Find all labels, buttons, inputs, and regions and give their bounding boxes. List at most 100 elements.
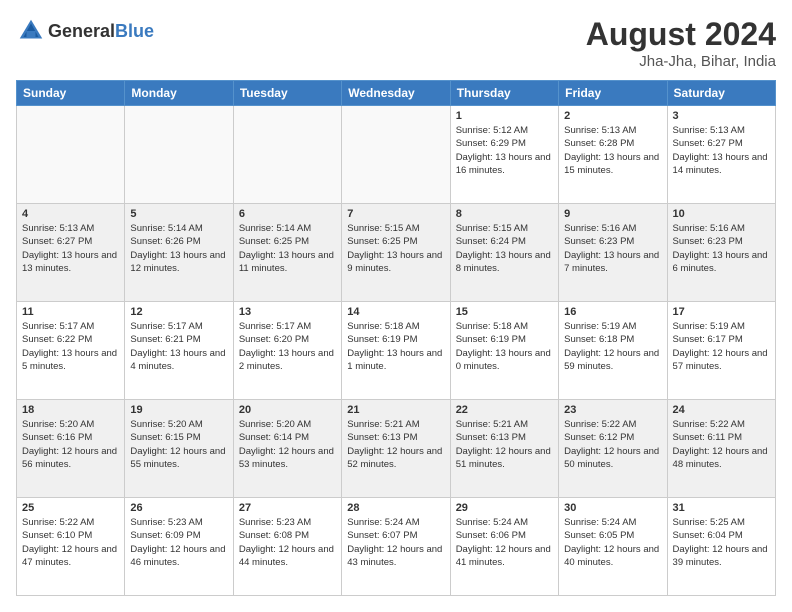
header-thursday: Thursday bbox=[450, 81, 558, 106]
day-info: Sunrise: 5:24 AMSunset: 6:06 PMDaylight:… bbox=[456, 516, 553, 569]
sunrise-text: Sunrise: 5:20 AM bbox=[22, 419, 94, 430]
table-row bbox=[233, 106, 341, 204]
day-info: Sunrise: 5:18 AMSunset: 6:19 PMDaylight:… bbox=[347, 320, 444, 373]
sunrise-text: Sunrise: 5:13 AM bbox=[673, 125, 745, 136]
sunset-text: Sunset: 6:28 PM bbox=[564, 138, 634, 149]
daylight-text: Daylight: 12 hours and 52 minutes. bbox=[347, 446, 442, 470]
sunrise-text: Sunrise: 5:21 AM bbox=[456, 419, 528, 430]
sunset-text: Sunset: 6:15 PM bbox=[130, 432, 200, 443]
day-number: 28 bbox=[347, 502, 444, 514]
day-number: 27 bbox=[239, 502, 336, 514]
sunset-text: Sunset: 6:22 PM bbox=[22, 334, 92, 345]
day-number: 25 bbox=[22, 502, 119, 514]
day-info: Sunrise: 5:19 AMSunset: 6:17 PMDaylight:… bbox=[673, 320, 770, 373]
daylight-text: Daylight: 13 hours and 2 minutes. bbox=[239, 348, 334, 372]
day-info: Sunrise: 5:24 AMSunset: 6:05 PMDaylight:… bbox=[564, 516, 661, 569]
daylight-text: Daylight: 12 hours and 55 minutes. bbox=[130, 446, 225, 470]
sunset-text: Sunset: 6:25 PM bbox=[347, 236, 417, 247]
sunrise-text: Sunrise: 5:24 AM bbox=[456, 517, 528, 528]
sunrise-text: Sunrise: 5:23 AM bbox=[130, 517, 202, 528]
sunset-text: Sunset: 6:18 PM bbox=[564, 334, 634, 345]
sunrise-text: Sunrise: 5:21 AM bbox=[347, 419, 419, 430]
day-number: 31 bbox=[673, 502, 770, 514]
sunrise-text: Sunrise: 5:13 AM bbox=[22, 223, 94, 234]
calendar-table: Sunday Monday Tuesday Wednesday Thursday… bbox=[16, 80, 776, 596]
day-number: 26 bbox=[130, 502, 227, 514]
sunset-text: Sunset: 6:25 PM bbox=[239, 236, 309, 247]
day-number: 13 bbox=[239, 306, 336, 318]
day-number: 15 bbox=[456, 306, 553, 318]
header: GeneralBlue August 2024 Jha-Jha, Bihar, … bbox=[16, 16, 776, 70]
table-row: 19 Sunrise: 5:20 AM Sunset: 6:15 PM Dayligh… bbox=[125, 400, 233, 498]
sunset-text: Sunset: 6:04 PM bbox=[673, 530, 743, 541]
logo-blue: Blue bbox=[115, 21, 154, 41]
table-row: 7Sunrise: 5:15 AMSunset: 6:25 PMDaylight… bbox=[342, 204, 450, 302]
day-number: 1 bbox=[456, 110, 553, 122]
day-number: 8 bbox=[456, 208, 553, 220]
sunset-text: Sunset: 6:09 PM bbox=[130, 530, 200, 541]
table-row: 11Sunrise: 5:17 AMSunset: 6:22 PMDayligh… bbox=[17, 302, 125, 400]
table-row: 15 Sunrise: 5:18 AMSunset: 6:19 PMDayligh… bbox=[450, 302, 558, 400]
day-number: 19 bbox=[130, 404, 227, 416]
sunrise-text: Sunrise: 5:19 AM bbox=[564, 321, 636, 332]
daylight-text: Daylight: 13 hours and 0 minutes. bbox=[456, 348, 551, 372]
sunrise-text: Sunrise: 5:17 AM bbox=[239, 321, 311, 332]
sunset-text: Sunset: 6:17 PM bbox=[673, 334, 743, 345]
day-number: 4 bbox=[22, 208, 119, 220]
day-info: Sunrise: 5:16 AMSunset: 6:23 PMDaylight:… bbox=[564, 222, 661, 275]
day-info: Sunrise: 5:17 AMSunset: 6:21 PMDaylight:… bbox=[130, 320, 227, 373]
day-number: 12 bbox=[130, 306, 227, 318]
day-info: Sunrise: 5:18 AMSunset: 6:19 PMDaylight:… bbox=[456, 320, 553, 373]
logo-general: General bbox=[48, 21, 115, 41]
day-info: Sunrise: 5:23 AMSunset: 6:08 PMDaylight:… bbox=[239, 516, 336, 569]
daylight-text: Daylight: 12 hours and 40 minutes. bbox=[564, 544, 659, 568]
location: Jha-Jha, Bihar, India bbox=[586, 53, 776, 70]
daylight-text: Daylight: 12 hours and 43 minutes. bbox=[347, 544, 442, 568]
day-info: Sunrise: 5:22 AMSunset: 6:10 PMDaylight:… bbox=[22, 516, 119, 569]
day-info: Sunrise: 5:23 AM Sunset: 6:09 PM Daylight:… bbox=[130, 516, 227, 569]
daylight-text: Daylight: 12 hours and 46 minutes. bbox=[130, 544, 225, 568]
daylight-text: Daylight: 13 hours and 12 minutes. bbox=[130, 250, 225, 274]
day-number: 7 bbox=[347, 208, 444, 220]
daylight-text: Daylight: 12 hours and 53 minutes. bbox=[239, 446, 334, 470]
daylight-text: Daylight: 13 hours and 14 minutes. bbox=[673, 152, 768, 176]
day-number: 29 bbox=[456, 502, 553, 514]
table-row bbox=[125, 106, 233, 204]
table-row bbox=[342, 106, 450, 204]
sunset-text: Sunset: 6:19 PM bbox=[347, 334, 417, 345]
table-row: 3Sunrise: 5:13 AMSunset: 6:27 PMDaylight… bbox=[667, 106, 775, 204]
table-row: 27 Sunrise: 5:23 AMSunset: 6:08 PMDayligh… bbox=[233, 498, 341, 596]
table-row: 26 Sunrise: 5:23 AM Sunset: 6:09 PM Dayligh… bbox=[125, 498, 233, 596]
logo: GeneralBlue bbox=[16, 16, 154, 46]
header-friday: Friday bbox=[559, 81, 667, 106]
table-row: 17Sunrise: 5:19 AMSunset: 6:17 PMDayligh… bbox=[667, 302, 775, 400]
sunset-text: Sunset: 6:16 PM bbox=[22, 432, 92, 443]
header-wednesday: Wednesday bbox=[342, 81, 450, 106]
sunrise-text: Sunrise: 5:19 AM bbox=[673, 321, 745, 332]
calendar-week-2: 4Sunrise: 5:13 AMSunset: 6:27 PMDaylight… bbox=[17, 204, 776, 302]
daylight-text: Daylight: 13 hours and 11 minutes. bbox=[239, 250, 334, 274]
day-number: 10 bbox=[673, 208, 770, 220]
day-info: Sunrise: 5:25 AMSunset: 6:04 PMDaylight:… bbox=[673, 516, 770, 569]
daylight-text: Daylight: 12 hours and 41 minutes. bbox=[456, 544, 551, 568]
sunrise-text: Sunrise: 5:20 AM bbox=[130, 419, 202, 430]
header-tuesday: Tuesday bbox=[233, 81, 341, 106]
day-info: Sunrise: 5:16 AMSunset: 6:23 PMDaylight:… bbox=[673, 222, 770, 275]
day-number: 30 bbox=[564, 502, 661, 514]
sunrise-text: Sunrise: 5:17 AM bbox=[22, 321, 94, 332]
daylight-text: Daylight: 13 hours and 13 minutes. bbox=[22, 250, 117, 274]
table-row bbox=[17, 106, 125, 204]
day-info: Sunrise: 5:20 AMSunset: 6:16 PMDaylight:… bbox=[22, 418, 119, 471]
day-info: Sunrise: 5:19 AMSunset: 6:18 PMDaylight:… bbox=[564, 320, 661, 373]
sunrise-text: Sunrise: 5:22 AM bbox=[673, 419, 745, 430]
daylight-text: Daylight: 13 hours and 9 minutes. bbox=[347, 250, 442, 274]
day-number: 14 bbox=[347, 306, 444, 318]
sunrise-text: Sunrise: 5:23 AM bbox=[239, 517, 311, 528]
month-year: August 2024 bbox=[586, 16, 776, 53]
sunset-text: Sunset: 6:23 PM bbox=[564, 236, 634, 247]
daylight-text: Daylight: 13 hours and 4 minutes. bbox=[130, 348, 225, 372]
title-area: August 2024 Jha-Jha, Bihar, India bbox=[586, 16, 776, 70]
sunset-text: Sunset: 6:23 PM bbox=[673, 236, 743, 247]
table-row: 8Sunrise: 5:15 AMSunset: 6:24 PMDaylight… bbox=[450, 204, 558, 302]
day-number: 11 bbox=[22, 306, 119, 318]
